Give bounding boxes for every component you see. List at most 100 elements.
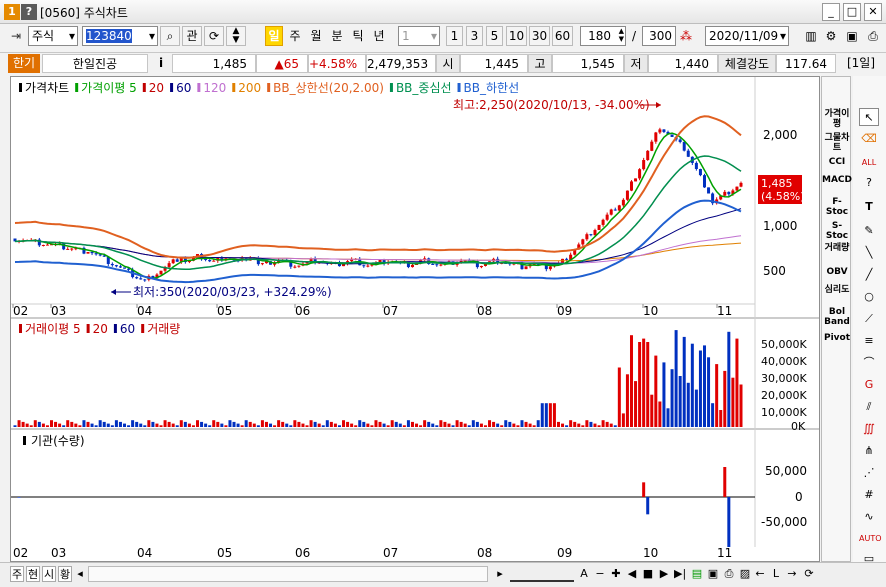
volume-bar[interactable] <box>565 425 569 427</box>
volume-bar[interactable] <box>289 425 293 427</box>
volume-bar[interactable] <box>496 423 500 427</box>
candle[interactable] <box>175 259 179 262</box>
volume-bar[interactable] <box>711 403 715 427</box>
volume-bar[interactable] <box>139 423 143 427</box>
indicator-volume[interactable]: 거래량 <box>822 243 852 253</box>
volume-bar[interactable] <box>410 421 414 427</box>
scroll-right-icon[interactable]: ▸ <box>494 566 506 582</box>
candle[interactable] <box>110 263 114 266</box>
volume-bar[interactable] <box>78 425 82 427</box>
volume-bar[interactable] <box>589 421 593 427</box>
candle[interactable] <box>642 160 646 170</box>
volume-bar[interactable] <box>183 421 187 427</box>
settings-icon[interactable]: ⁂ <box>678 26 694 46</box>
volume-bar[interactable] <box>62 425 66 427</box>
indicator-fstoc[interactable]: F-Stoc <box>822 197 852 217</box>
volume-bar[interactable] <box>629 335 633 427</box>
volume-bar[interactable] <box>654 355 658 427</box>
volume-bar[interactable] <box>402 425 406 427</box>
save-icon[interactable]: ▣ <box>843 26 861 46</box>
volume-bar[interactable] <box>301 423 305 427</box>
speed-icon[interactable]: ∭ <box>859 420 879 438</box>
volume-bar[interactable] <box>674 330 678 427</box>
volume-bar[interactable] <box>106 423 110 427</box>
volume-bar[interactable] <box>573 421 577 427</box>
volume-bar[interactable] <box>212 420 216 427</box>
candle[interactable] <box>658 129 662 133</box>
zigzag-icon[interactable]: ⟋ <box>859 310 879 328</box>
volume-bar[interactable] <box>94 425 98 427</box>
volume-bar[interactable] <box>593 423 597 427</box>
volume-bar[interactable] <box>82 420 86 427</box>
volume-bar[interactable] <box>423 420 427 427</box>
indicator-pivot[interactable]: Pivot <box>822 333 852 343</box>
print-icon[interactable]: ⎙ <box>864 26 882 46</box>
candle[interactable] <box>650 141 654 151</box>
volume-bar[interactable] <box>236 423 240 427</box>
chart-svg[interactable]: 가격차트 가격이평 5 20 60 120 200 BB_상한선(20,2.00) BB_중심… <box>11 77 819 561</box>
candle[interactable] <box>70 248 74 250</box>
candle[interactable] <box>90 252 94 254</box>
volume-bar[interactable] <box>13 425 17 427</box>
candle[interactable] <box>698 169 702 176</box>
volume-bar[interactable] <box>252 423 256 427</box>
legend-item[interactable]: 20 <box>149 81 164 95</box>
volume-bar[interactable] <box>512 423 516 427</box>
text-icon[interactable]: T <box>859 198 879 216</box>
channel-icon[interactable]: ⫽ <box>859 398 879 416</box>
volume-bar[interactable] <box>269 423 273 427</box>
volume-bar[interactable] <box>155 423 159 427</box>
volume-bar[interactable] <box>419 425 423 427</box>
volume-bar[interactable] <box>232 421 236 427</box>
volume-bar[interactable] <box>694 389 698 427</box>
candle[interactable] <box>609 209 613 215</box>
volume-bar[interactable] <box>273 425 277 427</box>
volume-bar[interactable] <box>151 421 155 427</box>
volume-bar[interactable] <box>264 421 268 427</box>
candle[interactable] <box>208 259 212 262</box>
volume-bar[interactable] <box>719 410 723 427</box>
volume-bar[interactable] <box>313 421 317 427</box>
num-60-button[interactable]: 60 <box>552 26 573 46</box>
volume-bar[interactable] <box>536 420 540 427</box>
candle[interactable] <box>593 230 597 236</box>
volume-bar[interactable] <box>127 425 131 427</box>
volume-bar[interactable] <box>378 421 382 427</box>
plus-icon[interactable]: ✚ <box>610 566 622 582</box>
volume-bar[interactable] <box>621 413 625 427</box>
volume-bar[interactable] <box>398 423 402 427</box>
volume-bar[interactable] <box>248 421 252 427</box>
num-30-button[interactable]: 30 <box>529 26 550 46</box>
candle[interactable] <box>260 263 264 265</box>
volume-bar[interactable] <box>431 423 435 427</box>
candle[interactable] <box>167 263 171 267</box>
volume-bar[interactable] <box>240 425 244 427</box>
fan-icon[interactable]: ⋰ <box>859 464 879 482</box>
volume-bar[interactable] <box>342 420 346 427</box>
gear-icon[interactable]: ⚙ <box>822 26 840 46</box>
candle[interactable] <box>670 134 674 137</box>
legend-item[interactable]: 200 <box>238 81 261 95</box>
volume-bar[interactable] <box>179 420 183 427</box>
volume-bar[interactable] <box>90 423 94 427</box>
volume-bar[interactable] <box>682 336 686 427</box>
volume-bar[interactable] <box>191 425 195 427</box>
volume-bar[interactable] <box>321 425 325 427</box>
arc-icon[interactable]: ⌒ <box>859 354 879 372</box>
institution-bars[interactable] <box>17 467 731 547</box>
chart-area[interactable]: 가격차트 가격이평 5 20 60 120 200 BB_상한선(20,2.00) BB_중심… <box>10 76 820 562</box>
legend-item[interactable]: 120 <box>203 81 226 95</box>
line-icon[interactable]: ╲ <box>859 244 879 262</box>
volume-bar[interactable] <box>317 423 321 427</box>
eraser-icon[interactable]: ⌫ <box>859 130 879 148</box>
volume-bar[interactable] <box>455 420 459 427</box>
candle[interactable] <box>634 178 638 182</box>
candle[interactable] <box>204 258 208 260</box>
volume-bar[interactable] <box>350 423 354 427</box>
volume-bar[interactable] <box>739 384 743 428</box>
link-icon[interactable]: ⇥ <box>6 26 26 46</box>
cross-line-icon[interactable]: # <box>859 486 879 504</box>
volume-bar[interactable] <box>601 420 605 427</box>
legend-item[interactable]: BB_중심선 <box>396 81 452 95</box>
volume-bar[interactable] <box>346 421 350 427</box>
